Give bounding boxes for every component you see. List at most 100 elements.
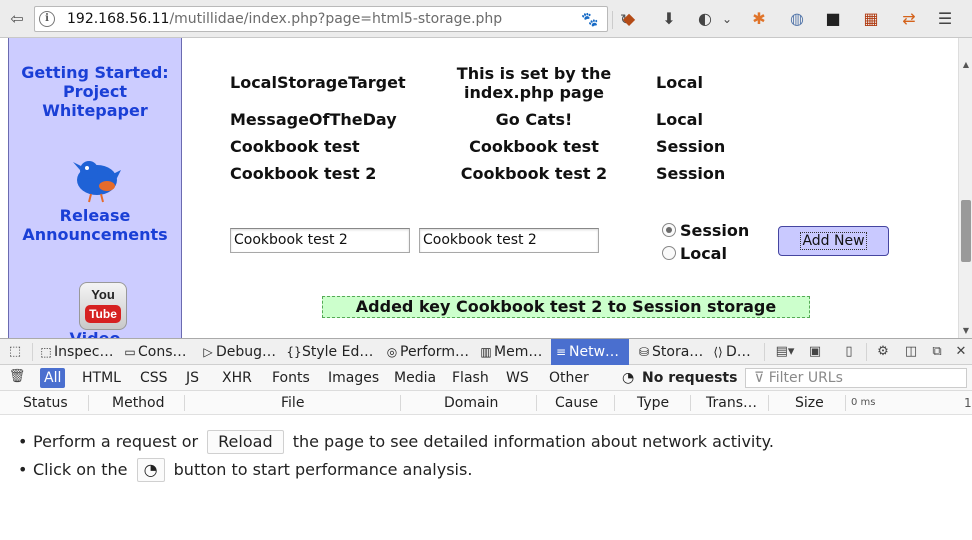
tab-inspector[interactable]: ⬚ Inspec… xyxy=(36,339,116,365)
gamepad-icon[interactable]: ■ xyxy=(822,8,844,30)
col-separator xyxy=(768,395,769,411)
tab-storage[interactable]: ⛁ Stora… xyxy=(634,339,706,365)
download-icon[interactable]: ⬇ xyxy=(658,8,680,30)
url-separator xyxy=(612,11,613,29)
youtube-you-text: You xyxy=(91,287,115,302)
timeline-start-label: 0 ms xyxy=(851,397,876,408)
close-icon[interactable]: ✕ xyxy=(952,343,970,361)
col-domain[interactable]: Domain xyxy=(444,391,498,415)
filter-js[interactable]: JS xyxy=(182,368,203,388)
storage-key: Cookbook test 2 xyxy=(230,164,377,183)
network-toolbar: 🗑 All HTML CSS JS XHR Fonts Images Media… xyxy=(0,365,972,391)
filter-all[interactable]: All xyxy=(40,368,66,388)
switch-arrows-icon[interactable]: ⇄ xyxy=(898,8,920,30)
filter-funnel-icon: ⊽ xyxy=(754,370,769,386)
col-cause[interactable]: Cause xyxy=(555,391,598,415)
storage-value: Cookbook test 2 xyxy=(460,164,608,183)
filter-urls-input[interactable]: ⊽ Filter URLs xyxy=(745,368,967,388)
session-radio[interactable] xyxy=(662,223,676,237)
back-arrow-icon[interactable]: ⇦ xyxy=(6,8,28,30)
network-icon: ≡ xyxy=(555,345,567,359)
col-separator xyxy=(184,395,185,411)
col-separator xyxy=(536,395,537,411)
col-type[interactable]: Type xyxy=(637,391,669,415)
session-radio-option[interactable]: Session xyxy=(662,220,749,240)
local-radio-label: Local xyxy=(680,243,727,263)
add-new-button[interactable]: Add New xyxy=(778,226,889,256)
storage-value: This is set by the index.php page xyxy=(436,64,632,102)
local-radio-option[interactable]: Local xyxy=(662,243,727,263)
extension-puzzle-icon[interactable]: ✱ xyxy=(748,8,770,30)
key-input[interactable]: Cookbook test 2 xyxy=(230,228,410,253)
page-scrollbar[interactable]: ▲ ▼ xyxy=(958,38,972,338)
video-link[interactable]: Video xyxy=(9,329,181,338)
extension-fox-icon[interactable]: ◆ xyxy=(618,8,640,30)
getting-started-line3: Whitepaper xyxy=(42,101,148,120)
globe-icon[interactable]: ◍ xyxy=(786,8,808,30)
trash-icon[interactable]: 🗑 xyxy=(8,368,26,386)
noscript-icon[interactable]: 🐾 xyxy=(581,11,599,29)
storage-value-line2: index.php page xyxy=(464,83,604,102)
site-info-icon[interactable]: i xyxy=(39,11,55,27)
pattern-icon[interactable]: ▦ xyxy=(860,8,882,30)
timeline-tick-label: 1 xyxy=(964,396,972,410)
pick-element-icon[interactable]: ⬚ xyxy=(6,343,24,361)
menu-icon[interactable]: ☰ xyxy=(934,8,956,30)
devtools-tabbar: ⬚ ⬚ Inspec… ▭ Cons… ▷ Debug… {}Style Ed… ◎ P… xyxy=(0,339,972,365)
youtube-icon[interactable]: You Tube xyxy=(79,282,127,330)
no-requests-label[interactable]: ◔ No requests xyxy=(622,368,737,388)
palette-icon[interactable]: ◐ xyxy=(694,8,716,30)
filter-html[interactable]: HTML xyxy=(78,368,125,388)
url-bar[interactable]: i 192.168.56.11/mutillidae/index.php?pag… xyxy=(34,6,632,32)
filter-fonts[interactable]: Fonts xyxy=(268,368,314,388)
filter-other[interactable]: Other xyxy=(545,368,593,388)
value-input[interactable]: Cookbook test 2 xyxy=(419,228,599,253)
tab-network[interactable]: ≡ Netw… xyxy=(551,339,629,365)
filter-flash[interactable]: Flash xyxy=(448,368,493,388)
reload-button[interactable]: Reload xyxy=(207,430,284,454)
bird-icon[interactable] xyxy=(71,156,123,206)
storage-value: Cookbook test xyxy=(469,137,599,156)
tab-performance[interactable]: ◎ Perform… xyxy=(382,339,472,365)
inspector-icon: ⬚ xyxy=(40,345,52,359)
scroll-down-arrow-icon[interactable]: ▼ xyxy=(961,326,971,336)
tab-console[interactable]: ▭ Cons… xyxy=(120,339,194,365)
performance-icon: ◎ xyxy=(386,345,398,359)
split-console-icon[interactable]: ▣ xyxy=(806,343,824,361)
storage-type: Session xyxy=(656,164,726,183)
tab-separator xyxy=(866,343,867,361)
responsive-design-icon[interactable]: ▯ xyxy=(840,343,858,361)
col-separator xyxy=(690,395,691,411)
url-text: 192.168.56.11/mutillidae/index.php?page=… xyxy=(67,11,503,27)
tab-dom[interactable]: ⟨⟩ D… xyxy=(708,339,758,365)
local-radio[interactable] xyxy=(662,246,676,260)
chevron-down-icon[interactable]: ⌄ xyxy=(716,8,738,30)
filter-images[interactable]: Images xyxy=(324,368,383,388)
col-transferred[interactable]: Trans… xyxy=(706,391,757,415)
settings-gear-icon[interactable]: ⚙ xyxy=(874,343,892,361)
dock-side-icon[interactable]: ◫ xyxy=(902,343,920,361)
tab-style-editor[interactable]: {}Style Ed… xyxy=(284,339,376,365)
filter-media[interactable]: Media xyxy=(390,368,440,388)
col-separator xyxy=(845,395,846,411)
col-size[interactable]: Size xyxy=(795,391,824,415)
release-announcements-link[interactable]: Release Announcements xyxy=(9,206,181,244)
filter-ws[interactable]: WS xyxy=(502,368,533,388)
scroll-up-arrow-icon[interactable]: ▲ xyxy=(961,60,971,70)
tab-debugger[interactable]: ▷ Debug… xyxy=(198,339,278,365)
filter-css[interactable]: CSS xyxy=(136,368,172,388)
release-line2: Announcements xyxy=(22,225,168,244)
stopwatch-button-icon[interactable]: ◔ xyxy=(136,458,165,482)
separate-window-icon[interactable]: ⧉ xyxy=(928,343,946,361)
tab-memory[interactable]: ▥ Mem… xyxy=(476,339,548,365)
bullet: • xyxy=(18,432,28,451)
col-status[interactable]: Status xyxy=(23,391,68,415)
style-editor-icon: {} xyxy=(286,345,302,359)
col-method[interactable]: Method xyxy=(112,391,165,415)
filter-xhr[interactable]: XHR xyxy=(218,368,256,388)
col-file[interactable]: File xyxy=(281,391,304,415)
memory-icon: ▥ xyxy=(480,345,492,359)
scroll-thumb[interactable] xyxy=(961,200,971,262)
frame-select-icon[interactable]: ▤▾ xyxy=(772,343,798,361)
getting-started-link[interactable]: Getting Started: Project Whitepaper xyxy=(9,63,181,120)
